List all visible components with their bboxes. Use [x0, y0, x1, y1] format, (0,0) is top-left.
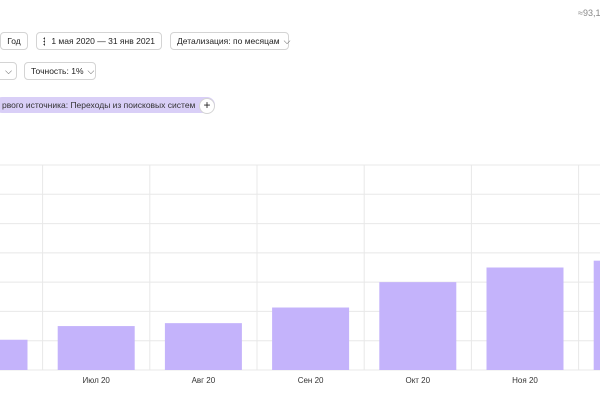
x-tick-label: Ноя 20	[512, 376, 538, 385]
x-tick-label: Окт 20	[405, 376, 430, 385]
bar	[0, 339, 28, 370]
x-tick-label: Авг 20	[192, 376, 216, 385]
bar	[379, 282, 457, 370]
x-tick-label: Сен 20	[298, 376, 324, 385]
bar-chart: 20Июл 20Авг 20Сен 20Окт 20Ноя 20	[0, 164, 600, 385]
x-tick-label: Июл 20	[83, 376, 111, 385]
bar	[593, 260, 600, 370]
bar	[164, 323, 242, 370]
bar	[272, 307, 350, 370]
bar	[486, 267, 564, 370]
bar	[57, 326, 135, 370]
